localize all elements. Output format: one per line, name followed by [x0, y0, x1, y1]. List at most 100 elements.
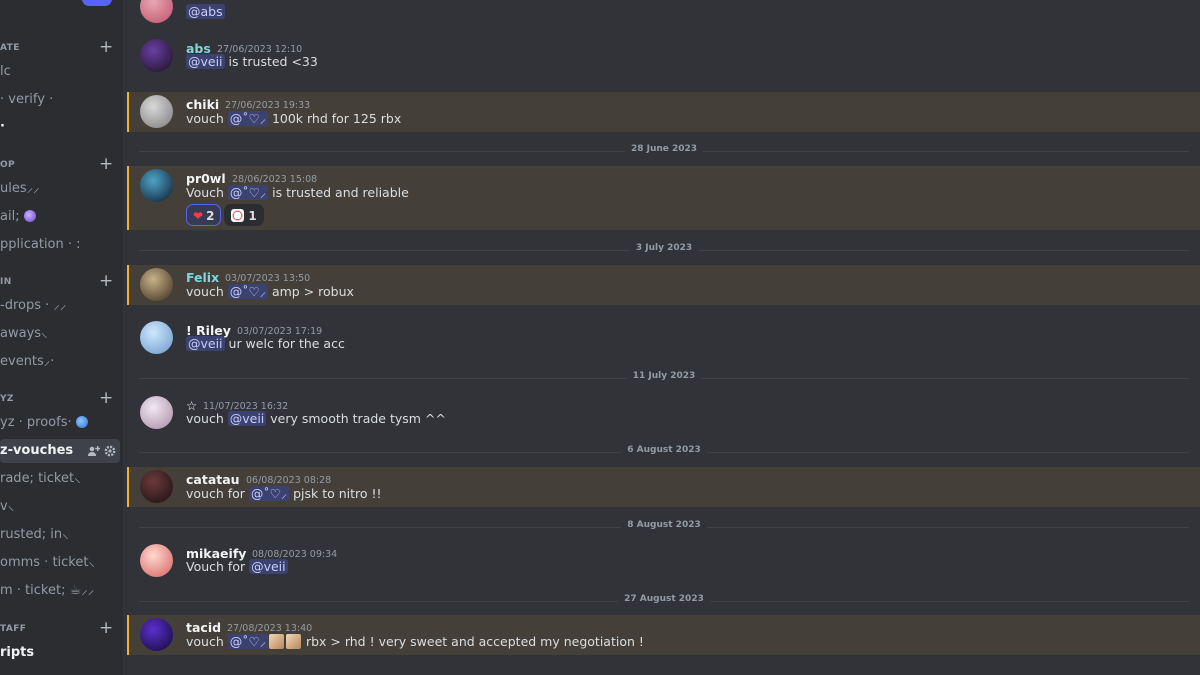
message-text: 100k rhd for 125 rbx [267, 111, 402, 126]
channel-label: v⸜ [0, 499, 15, 514]
channel-item[interactable]: ules⸝⸝ [0, 177, 120, 201]
message-content: Vouch for @veii [186, 559, 288, 574]
channel-item[interactable]: pplication · : [0, 233, 120, 257]
message-text: is trusted <33 [224, 54, 318, 69]
reaction-button[interactable]: ❤ 2 [186, 204, 222, 226]
date-divider: 8 August 2023 [139, 520, 1189, 534]
avatar[interactable] [140, 321, 173, 354]
message[interactable]: @abs [127, 0, 1200, 26]
channel-item[interactable]: lc [0, 60, 120, 84]
category-header[interactable]: YZ + [0, 389, 123, 409]
message-content: @veii ur welc for the acc [186, 336, 345, 351]
user-mention[interactable]: @˚♡⸝ [248, 486, 290, 501]
date-divider: 3 July 2023 [139, 243, 1189, 257]
channel-item[interactable]: ail; [0, 205, 120, 229]
message-text: pjsk to nitro !! [289, 486, 382, 501]
dog-emoji-icon [285, 634, 301, 649]
channel-label: -drops · ⸝⸝ [0, 298, 67, 313]
avatar[interactable] [140, 39, 173, 72]
channel-label: yz · proofs· [0, 415, 72, 430]
channel-item[interactable]: m · ticket; ☕⸝⸝ [0, 579, 120, 603]
user-mention[interactable]: @˚♡⸝ [227, 111, 268, 126]
avatar[interactable] [140, 0, 173, 23]
unread-badge [82, 0, 112, 6]
avatar[interactable] [140, 470, 173, 503]
blue-gem-icon [75, 416, 88, 428]
category-header[interactable]: OP + [0, 155, 123, 175]
user-mention[interactable]: @˚♡⸝ [227, 284, 268, 299]
message-highlighted[interactable]: tacid 27/08/2023 13:40 vouch @˚♡⸝ rbx > rh… [127, 615, 1200, 655]
message-highlighted[interactable]: Felix 03/07/2023 13:50 vouch @˚♡⸝ amp > ro… [127, 265, 1200, 305]
user-mention[interactable]: @veii [249, 559, 288, 574]
category-header[interactable]: ATE + [0, 38, 123, 58]
reaction-bar: ❤ 2 1 [186, 204, 267, 226]
date-divider: 11 July 2023 [139, 371, 1189, 385]
channel-label: ripts [0, 645, 35, 660]
channel-item[interactable]: · verify · [0, 88, 120, 112]
date-divider-text: 28 June 2023 [624, 144, 704, 154]
channel-item-selected[interactable]: z-vouches [0, 439, 120, 463]
crystal-ball-icon [23, 210, 36, 222]
avatar[interactable] [140, 95, 173, 128]
channel-item[interactable]: omms · ticket⸜ [0, 551, 120, 575]
category-header[interactable]: IN + [0, 272, 123, 292]
avatar[interactable] [140, 396, 173, 429]
discord-window: ATE + lc · verify · · OP + ules⸝⸝ ail; p… [0, 0, 1200, 675]
user-mention[interactable]: @˚♡⸝ [227, 185, 269, 200]
message[interactable]: abs 27/06/2023 12:10 @veii is trusted <33 [127, 36, 1200, 82]
channel-item[interactable]: · [0, 115, 120, 139]
user-mention[interactable]: @˚♡⸝ [227, 634, 268, 649]
date-divider-label: 8 August 2023 [139, 520, 1189, 530]
message-text: vouch [186, 111, 228, 126]
add-channel-icon[interactable]: + [99, 389, 113, 407]
channel-item[interactable]: v⸜ [0, 495, 120, 519]
message-text: ur welc for the acc [224, 336, 345, 351]
channel-label: · [0, 119, 5, 134]
user-mention[interactable]: @veii [227, 411, 267, 426]
date-divider-text: 6 August 2023 [621, 445, 707, 455]
date-divider-text: 27 August 2023 [618, 594, 710, 604]
add-channel-icon[interactable]: + [99, 619, 113, 637]
add-channel-icon[interactable]: + [99, 155, 113, 173]
message[interactable]: ! Riley 03/07/2023 17:19 @veii ur welc for… [127, 318, 1200, 362]
avatar[interactable] [140, 618, 173, 651]
category-label: OP [0, 160, 16, 170]
channel-item[interactable]: events⸝· [0, 350, 120, 374]
add-channel-icon[interactable]: + [99, 272, 113, 290]
channel-item[interactable]: rusted; in⸜ [0, 523, 120, 547]
channel-label: events⸝· [0, 354, 55, 369]
message[interactable]: mikaeify 08/08/2023 09:34 Vouch for @veii [127, 541, 1200, 585]
message-text: vouch [186, 634, 228, 649]
category-label: IN [0, 277, 12, 287]
message[interactable]: ☆ 11/07/2023 16:32 vouch @veii very smooth… [127, 393, 1200, 437]
message-content: Vouch @˚♡⸝ is trusted and reliable [186, 184, 409, 201]
add-channel-icon[interactable]: + [99, 38, 113, 56]
message-text: vouch for [186, 486, 249, 501]
date-divider-text: 11 July 2023 [626, 371, 702, 381]
avatar[interactable] [140, 169, 173, 202]
channel-item[interactable]: aways⸜ [0, 322, 120, 346]
message-content: vouch @˚♡⸝ 100k rhd for 125 rbx [186, 110, 401, 127]
channel-item[interactable]: yz · proofs· [0, 411, 120, 435]
date-divider: 28 June 2023 [139, 144, 1189, 158]
user-mention[interactable]: @veii [186, 54, 225, 69]
gear-icon[interactable] [104, 445, 116, 457]
invite-member-icon[interactable] [88, 445, 101, 457]
reaction-button[interactable]: 1 [224, 204, 264, 226]
message-highlighted[interactable]: chiki 27/06/2023 19:33 vouch @˚♡⸝ 100k rhd… [127, 92, 1200, 132]
message-content: @abs [186, 4, 225, 19]
message-text: is trusted and reliable [268, 185, 409, 200]
message-highlighted[interactable]: pr0wl 28/06/2023 15:08 Vouch @˚♡⸝ is trust… [127, 166, 1200, 230]
channel-label: m · ticket; ☕⸝⸝ [0, 583, 95, 598]
message-highlighted[interactable]: catatau 06/08/2023 08:28 vouch for @˚♡⸝ pj… [127, 467, 1200, 507]
category-header[interactable]: TAFF + [0, 619, 123, 639]
channel-item[interactable]: rade; ticket⸜ [0, 467, 120, 491]
channel-item[interactable]: -drops · ⸝⸝ [0, 294, 120, 318]
avatar[interactable] [140, 544, 173, 577]
channel-item[interactable]: ripts [0, 641, 120, 665]
user-mention[interactable]: @abs [186, 4, 225, 19]
message-content: vouch for @˚♡⸝ pjsk to nitro !! [186, 485, 382, 502]
user-mention[interactable]: @veii [186, 336, 225, 351]
avatar[interactable] [140, 268, 173, 301]
message-content: vouch @˚♡⸝ rbx > rhd ! very sweet and ac… [186, 633, 644, 650]
